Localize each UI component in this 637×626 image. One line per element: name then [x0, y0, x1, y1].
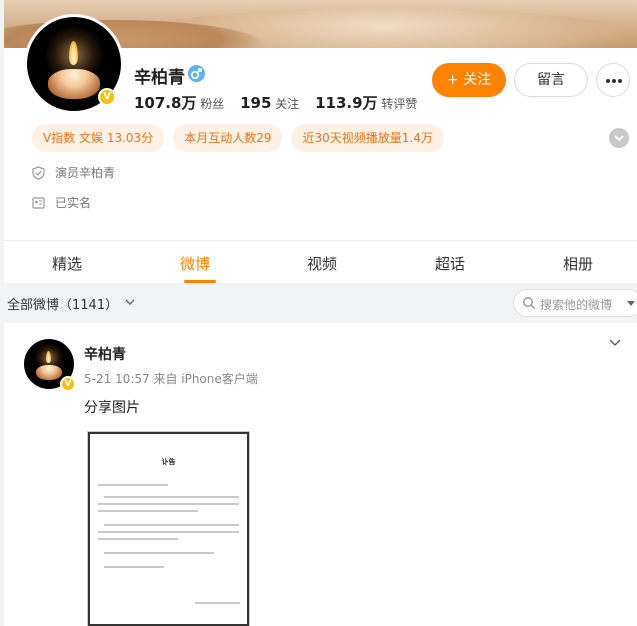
tag-monthly-interaction[interactable]: 本月互动人数29 [173, 124, 283, 152]
doc-title: 讣告 [161, 458, 176, 466]
stat-following[interactable]: 195 关注 [240, 94, 299, 112]
post-menu-chevron-icon[interactable] [608, 338, 622, 348]
search-placeholder: 搜索他的微博 [540, 298, 613, 312]
search-icon [522, 296, 535, 309]
profile-page: V 辛柏青 107.8万 粉丝 195 关注 113.9万 转评赞 + 关注 留… [0, 0, 637, 626]
post-card: V 辛柏青 5-21 10:57 来自 iPhone客户端 分享图片 讣告 [4, 323, 637, 626]
post-author[interactable]: 辛柏青 [84, 344, 126, 364]
profile-tabs: 精选 微博 视频 超话 相册 [4, 240, 637, 283]
id-card-icon [32, 196, 45, 209]
male-icon [188, 65, 205, 82]
more-options-button[interactable] [596, 63, 630, 97]
verified-badge-icon: V [60, 376, 76, 392]
tab-super-topic[interactable]: 超话 [435, 253, 465, 274]
info-verification: 演员辛柏青 [32, 164, 115, 181]
follow-button[interactable]: + 关注 [432, 63, 506, 97]
tab-videos[interactable]: 视频 [307, 253, 337, 274]
tab-albums[interactable]: 相册 [563, 253, 593, 274]
verified-badge-icon: V [98, 88, 116, 106]
stat-followers[interactable]: 107.8万 粉丝 [134, 94, 224, 112]
post-image-obituary[interactable]: 讣告 [88, 432, 249, 626]
more-dots-icon [606, 79, 610, 83]
expand-tags-button[interactable] [609, 128, 629, 148]
tab-featured[interactable]: 精选 [52, 253, 82, 274]
chevron-down-icon [125, 299, 135, 305]
profile-stats: 107.8万 粉丝 195 关注 113.9万 转评赞 [134, 92, 429, 113]
search-input[interactable]: 搜索他的微博 [513, 289, 637, 317]
active-tab-indicator [184, 280, 216, 283]
profile-name: 辛柏青 [134, 68, 185, 88]
tag-video-plays[interactable]: 近30天视频播放量1.4万 [291, 124, 444, 152]
post-filter-dropdown[interactable]: 全部微博（1141） [7, 294, 118, 313]
stat-reposts-likes: 113.9万 转评赞 [315, 94, 418, 112]
verified-shield-icon [32, 165, 45, 180]
info-real-name: 已实名 [32, 194, 91, 211]
message-button[interactable]: 留言 [514, 63, 588, 97]
chevron-down-icon [614, 135, 624, 142]
caret-down-icon[interactable] [626, 300, 636, 307]
post-text: 分享图片 [84, 400, 140, 416]
tab-weibo[interactable]: 微博 [180, 253, 210, 274]
tag-v-index[interactable]: V指数 文娱 13.03分 [32, 124, 165, 152]
profile-tags: V指数 文娱 13.03分 本月互动人数29 近30天视频播放量1.4万 [32, 124, 444, 152]
post-timestamp-source[interactable]: 5-21 10:57 来自 iPhone客户端 [84, 370, 258, 387]
